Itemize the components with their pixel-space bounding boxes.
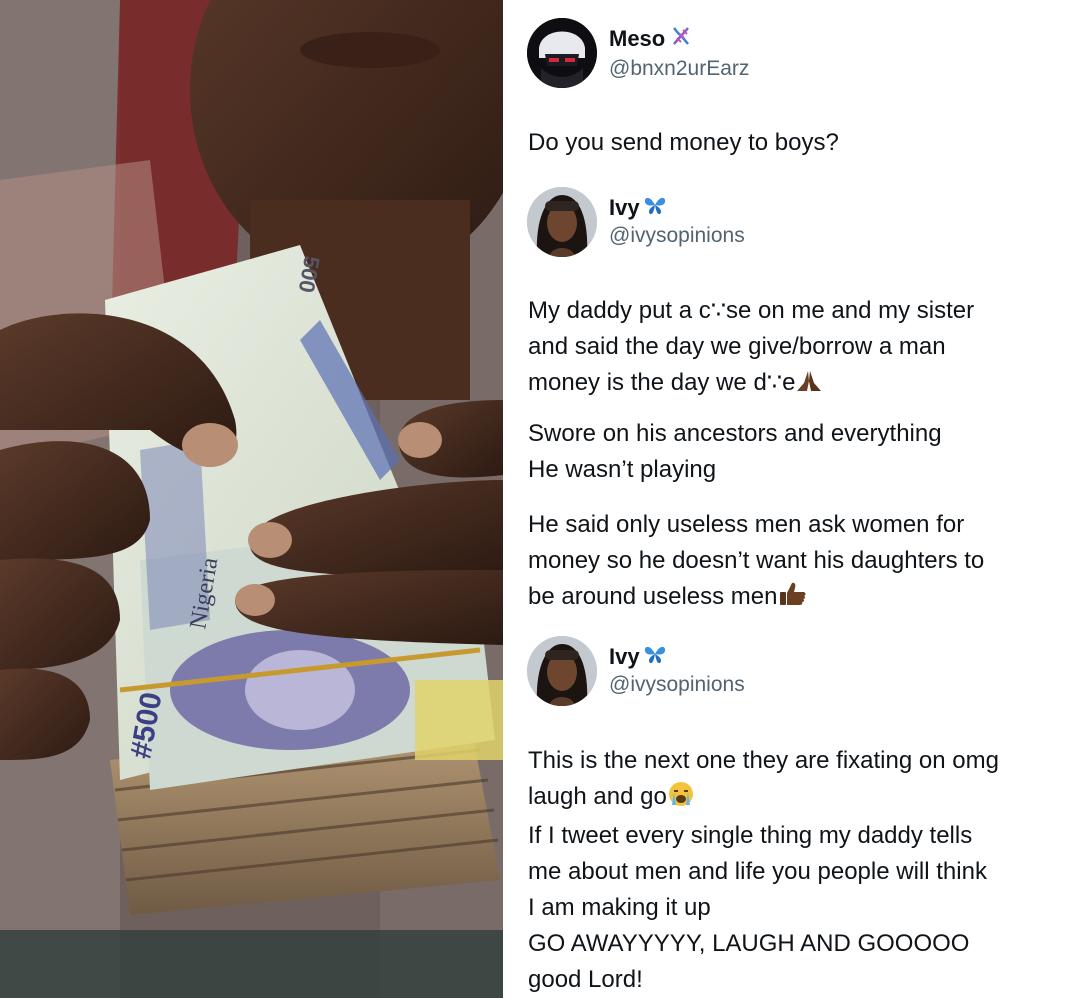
user-handle[interactable]: @ivysopinions <box>609 222 745 250</box>
tweet-paragraph: Swore on his ancestors and everything He… <box>528 416 1050 488</box>
display-name[interactable]: Ivy <box>609 643 745 671</box>
display-name-text: Meso <box>609 26 666 51</box>
tweet-line: If I tweet every single thing my daddy t… <box>528 822 973 849</box>
tweet-line: He wasn’t playing <box>528 456 717 483</box>
thumbs-up-emoji <box>779 581 807 618</box>
display-name-text: Ivy <box>609 644 640 669</box>
tweet-paragraph: He said only useless men ask women for m… <box>528 507 1050 618</box>
tweet-line: good Lord! <box>528 966 643 993</box>
portrait-avatar-icon <box>527 187 597 257</box>
tweet-line: money so he doesn’t want his daughters t… <box>528 547 985 574</box>
tweet-line: be around useless men <box>528 579 1050 618</box>
tweet-screenshot-panel: Meso @bnxn2urEarz Do you send money to b… <box>503 0 1080 998</box>
tweet-line: This is the next one they are fixating o… <box>528 747 999 774</box>
display-name-text: Ivy <box>609 195 640 220</box>
tweet-line: and said the day we give/borrow a man <box>528 333 946 360</box>
display-name[interactable]: Meso <box>609 24 749 55</box>
user-handle[interactable]: @ivysopinions <box>609 671 745 699</box>
dna-icon <box>669 24 693 55</box>
avatar[interactable] <box>527 187 597 257</box>
butterfly-icon <box>644 643 666 671</box>
tweet-line: Do you send money to boys? <box>528 129 839 156</box>
tweet-line: Swore on his ancestors and everything <box>528 420 942 447</box>
tweet-author-ivy-1: Ivy @ivysopinions <box>527 187 745 257</box>
avatar[interactable] <box>527 18 597 88</box>
tweet-line: me about men and life you people will th… <box>528 858 987 885</box>
tweet-text-ivy-2: This is the next one they are fixating o… <box>528 743 1050 998</box>
masked-avatar-icon <box>527 18 597 88</box>
butterfly-icon <box>644 194 666 222</box>
tweet-line: I am making it up <box>528 894 711 921</box>
folded-hands-emoji <box>796 368 822 404</box>
tweet-author-meso: Meso @bnxn2urEarz <box>527 18 749 88</box>
user-handle[interactable]: @bnxn2urEarz <box>609 55 749 83</box>
tweet-line: money is the day we d∵e <box>528 365 1050 404</box>
tweet-line: He said only useless men ask women for <box>528 511 965 538</box>
money-illustration: #500 500 Nigeria <box>0 0 503 998</box>
avatar[interactable] <box>527 636 597 706</box>
tweet-line: laugh and go <box>528 779 1050 818</box>
loudly-crying-emoji <box>668 781 694 818</box>
tweet-text-ivy-1: My daddy put a c∵se on me and my sister … <box>528 293 1050 404</box>
portrait-avatar-icon <box>527 636 597 706</box>
display-name[interactable]: Ivy <box>609 194 745 222</box>
tweet-line: GO AWAYYYYY, LAUGH AND GOOOOO <box>528 930 970 957</box>
money-photo: #500 500 Nigeria <box>0 0 503 998</box>
tweet-author-ivy-2: Ivy @ivysopinions <box>527 636 745 706</box>
tweet-text-meso: Do you send money to boys? <box>528 125 1050 161</box>
tweet-line: My daddy put a c∵se on me and my sister <box>528 297 975 324</box>
